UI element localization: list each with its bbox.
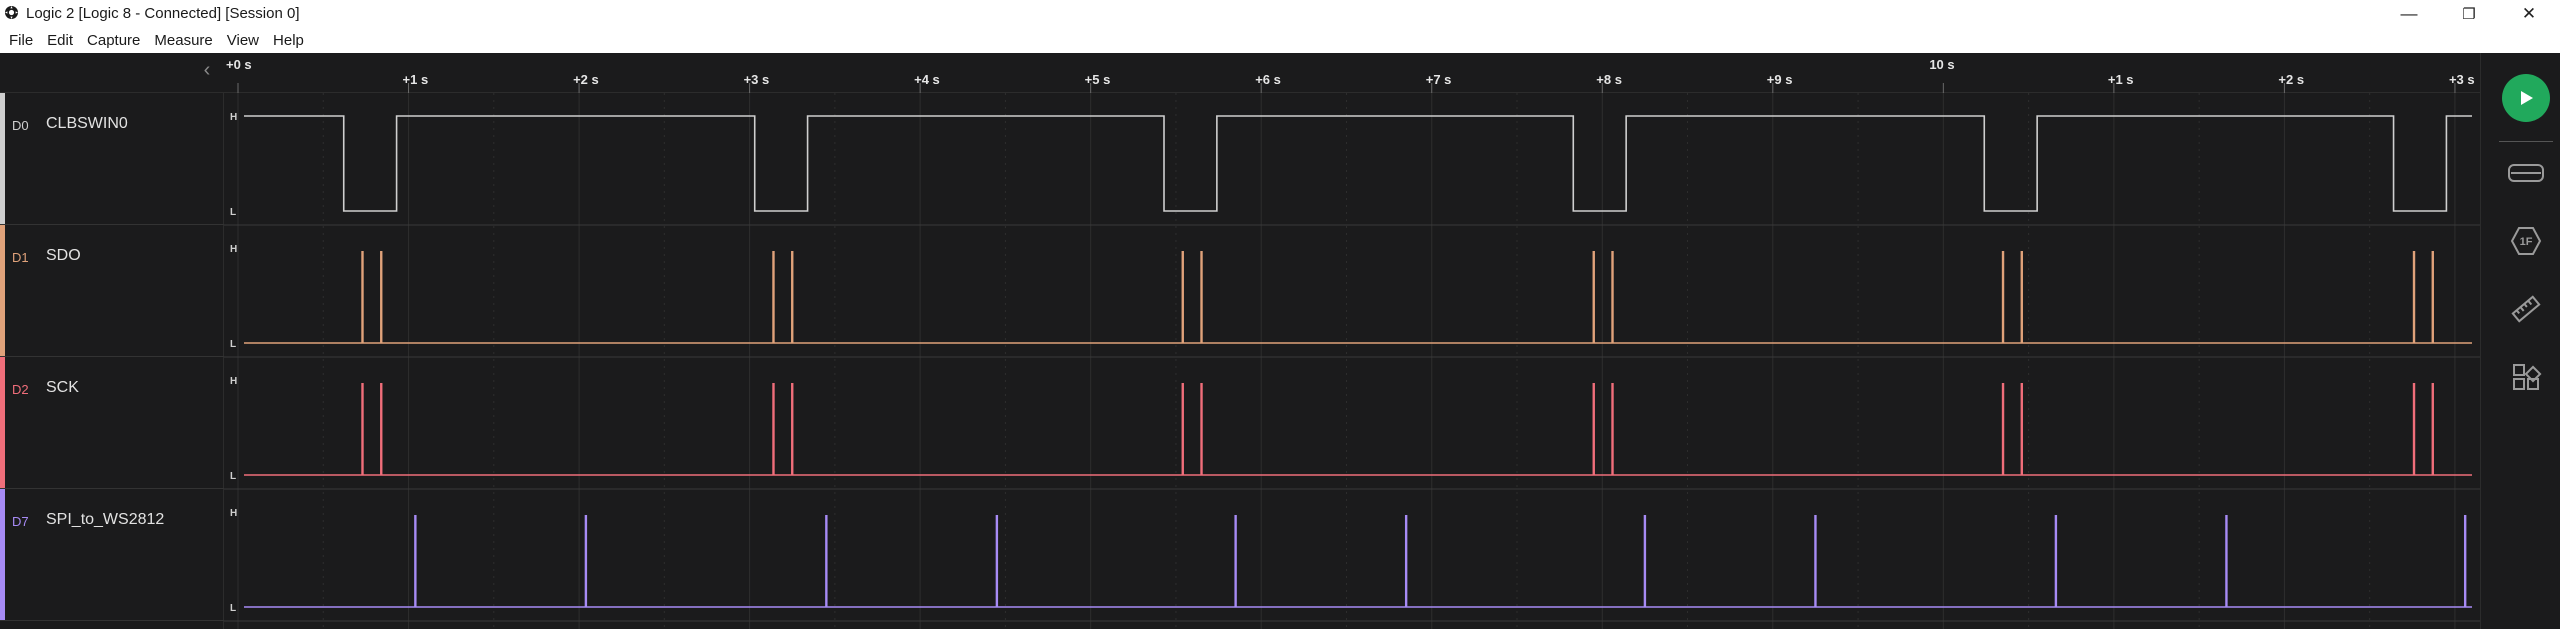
app-logo-icon bbox=[5, 6, 18, 19]
start-capture-button[interactable] bbox=[2502, 74, 2550, 122]
level-low-label: L bbox=[230, 471, 236, 482]
timeline-tick-label: +6 s bbox=[1255, 72, 1281, 87]
level-high-label: H bbox=[230, 508, 237, 519]
toolbar-divider bbox=[2499, 141, 2553, 142]
channel-list: D0 CLBSWIN0 D1 SDO D2 SCK D7 SPI_to_WS28… bbox=[0, 93, 224, 629]
level-high-label: H bbox=[230, 376, 237, 387]
window-title: Logic 2 [Logic 8 - Connected] [Session 0… bbox=[26, 5, 300, 22]
timeline-tick-label: +8 s bbox=[1596, 72, 1622, 87]
timeline-tick-label: +4 s bbox=[914, 72, 940, 87]
timeline-tick-label: +9 s bbox=[1767, 72, 1793, 87]
annotations-button[interactable] bbox=[2506, 289, 2546, 329]
extensions-button[interactable] bbox=[2506, 357, 2546, 397]
level-low-label: L bbox=[230, 207, 236, 218]
waveform-canvas[interactable]: +0 s 10 s +1 s +2 s +3 s +4 s +5 s +6 s +7 s +8 s… bbox=[224, 53, 2480, 629]
menu-view[interactable]: View bbox=[220, 32, 266, 49]
channel-row-d1[interactable]: D1 SDO bbox=[0, 225, 224, 357]
timeline-tick-label: +3 s bbox=[2449, 72, 2475, 87]
channel-number: D2 bbox=[12, 382, 29, 397]
channel-row-d2[interactable]: D2 SCK bbox=[0, 357, 224, 489]
timeline-tick-label: +7 s bbox=[1426, 72, 1452, 87]
menu-help[interactable]: Help bbox=[266, 32, 311, 49]
close-button[interactable]: ✕ bbox=[2500, 0, 2558, 27]
extensions-icon bbox=[2513, 364, 2542, 390]
annotations-icon bbox=[2511, 295, 2541, 323]
timeline-tick-label: +1 s bbox=[403, 72, 429, 87]
channel-color-bar bbox=[0, 489, 5, 620]
channel-number: D7 bbox=[12, 514, 29, 529]
channel-color-bar bbox=[0, 93, 5, 224]
capture-view: ‹ D0 CLBSWIN0 D1 SDO D2 SCK D7 SPI_to_WS… bbox=[0, 53, 2560, 629]
waveform-area[interactable]: +0 s 10 s +1 s +2 s +3 s +4 s +5 s +6 s +7 s +8 s… bbox=[224, 53, 2480, 629]
channel-name[interactable]: SDO bbox=[46, 247, 81, 265]
channel-row-d7[interactable]: D7 SPI_to_WS2812 bbox=[0, 489, 224, 621]
title-bar: Logic 2 [Logic 8 - Connected] [Session 0… bbox=[0, 0, 2560, 27]
channel-name[interactable]: SCK bbox=[46, 379, 79, 397]
analyzers-icon bbox=[2508, 164, 2544, 182]
menu-file[interactable]: File bbox=[2, 32, 40, 49]
channel-number: D1 bbox=[12, 250, 29, 265]
right-toolbar: 1F bbox=[2480, 53, 2560, 629]
collapse-sidebar-button[interactable]: ‹ bbox=[196, 59, 218, 81]
menu-edit[interactable]: Edit bbox=[40, 32, 80, 49]
timeline-tick-label: +2 s bbox=[2278, 72, 2304, 87]
level-high-label: H bbox=[230, 244, 237, 255]
timeline-tick-label: +5 s bbox=[1085, 72, 1111, 87]
analyzers-button[interactable] bbox=[2506, 153, 2546, 193]
play-icon bbox=[2521, 91, 2533, 105]
timeline-tick-label: +3 s bbox=[744, 72, 770, 87]
waveform-d0[interactable] bbox=[244, 115, 2472, 212]
channel-color-bar bbox=[0, 357, 5, 488]
channel-name[interactable]: SPI_to_WS2812 bbox=[46, 511, 164, 529]
menu-capture[interactable]: Capture bbox=[80, 32, 147, 49]
level-low-label: L bbox=[230, 603, 236, 614]
menu-bar: File Edit Capture Measure View Help bbox=[0, 27, 2560, 53]
channel-name[interactable]: CLBSWIN0 bbox=[46, 115, 128, 133]
channel-color-bar bbox=[0, 225, 5, 356]
measure-label: 1F bbox=[2520, 236, 2533, 248]
level-high-label: H bbox=[230, 112, 237, 123]
measurements-icon: 1F bbox=[2510, 227, 2542, 255]
level-low-label: L bbox=[230, 339, 236, 350]
timeline-tick-label: +1 s bbox=[2108, 72, 2134, 87]
timeline-major-label: 10 s bbox=[1929, 57, 1954, 72]
minimize-button[interactable]: — bbox=[2380, 0, 2438, 27]
channel-row-d0[interactable]: D0 CLBSWIN0 bbox=[0, 93, 224, 225]
timeline-anchor-label: +0 s bbox=[226, 57, 252, 72]
channel-number: D0 bbox=[12, 118, 29, 133]
timeline-tick-label: +2 s bbox=[573, 72, 599, 87]
restore-button[interactable]: ❐ bbox=[2440, 0, 2498, 27]
menu-measure[interactable]: Measure bbox=[147, 32, 219, 49]
measurements-button[interactable]: 1F bbox=[2506, 221, 2546, 261]
